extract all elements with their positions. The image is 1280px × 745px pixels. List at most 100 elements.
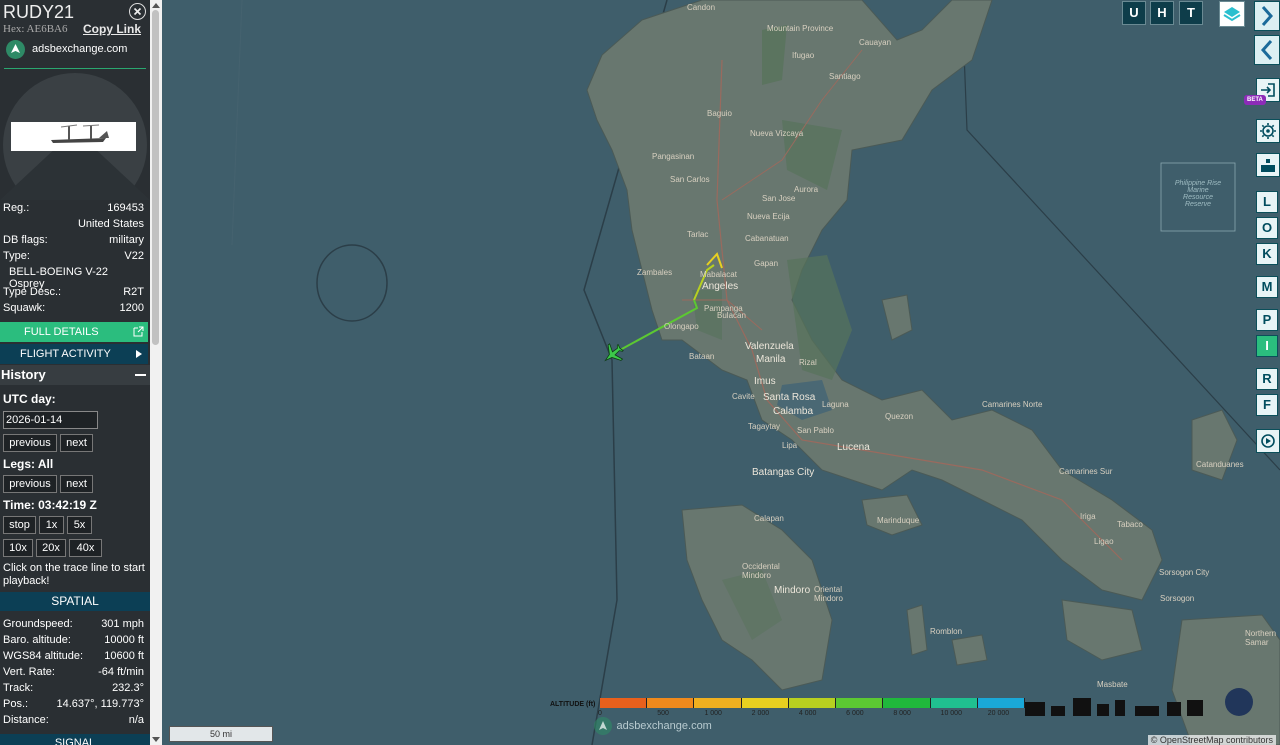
speed-1x-button[interactable]: 1x [39,516,64,534]
squawk-value: 1200 [119,302,144,314]
legend-color-segment [883,698,931,708]
replay-button[interactable] [1256,429,1280,453]
scroll-down-arrow[interactable] [152,737,160,742]
side-button-o[interactable]: O [1256,217,1278,239]
full-details-button[interactable]: FULL DETAILS [0,322,148,342]
side-button-f[interactable]: F [1256,394,1278,416]
side-button-r[interactable]: R [1256,368,1278,390]
speed-20x-button[interactable]: 20x [36,539,66,557]
speed-10x-button[interactable]: 10x [3,539,33,557]
label-santa-rosa: Santa Rosa [763,392,816,403]
flight-activity-button[interactable]: FLIGHT ACTIVITY [0,344,148,364]
label-mindoro: Mindoro [774,585,811,596]
sidebar-expand-button[interactable] [1254,1,1280,31]
adsbx-logo-icon [11,44,20,53]
sidebar-collapse-button[interactable] [1254,35,1280,65]
label-occidental-mindoro: Occidental Mindoro [742,562,780,580]
speed-5x-button[interactable]: 5x [67,516,92,534]
label-tarlac: Tarlac [687,230,709,239]
legend-tick-label: 10 000 [940,710,962,717]
h-toggle-button[interactable]: H [1150,1,1174,25]
label-camarines-norte: Camarines Norte [982,400,1043,409]
label-calapan: Calapan [754,514,784,523]
close-button[interactable] [129,3,146,20]
side-button-p[interactable]: P [1256,309,1278,331]
label-baguio: Baguio [707,109,732,118]
spatial-header[interactable]: SPATIAL [0,592,150,611]
label-catanduanes: Catanduanes [1196,460,1244,469]
label-rizal: Rizal [799,358,817,367]
legend-title: ALTITUDE (ft) [550,701,596,708]
t-toggle-button[interactable]: T [1179,1,1203,25]
utc-day-input[interactable]: 2026-01-14 [3,411,98,429]
label-santiago: Santiago [829,72,861,81]
day-previous-button[interactable]: previous [3,434,57,452]
callsign: RUDY21 [3,2,75,22]
label-valenzuela: Valenzuela [745,341,794,352]
source-logo [6,40,25,59]
label-calamba: Calamba [773,406,814,417]
reg-row: Reg.: 169453 [3,202,144,214]
label-nueva-ecija: Nueva Ecija [747,212,790,221]
gear-icon [1260,123,1276,139]
hex-value: AE6BA6 [26,23,68,35]
signal-header[interactable]: SIGNAL [0,734,150,745]
copy-link[interactable]: Copy Link [83,22,141,36]
map-attribution[interactable]: © OpenStreetMap contributors [1147,735,1276,745]
scrollbar-thumb[interactable] [152,10,159,345]
side-button-k[interactable]: K [1256,243,1278,265]
leg-previous-button[interactable]: previous [3,475,57,493]
leg-next-button[interactable]: next [60,475,93,493]
baro-altitude-value: 10000 ft [104,634,144,646]
reg-value: 169453 [107,202,144,214]
trace-segment-climb[interactable] [706,252,723,269]
chevron-left-icon [1260,40,1273,60]
aircraft-photo[interactable] [11,122,136,151]
time-label: Time: 03:42:19 Z [3,498,97,512]
beta-badge: BETA [1244,95,1266,105]
scroll-up-arrow[interactable] [152,3,160,8]
label-laguna: Laguna [822,400,849,409]
vert-rate-row: Vert. Rate: -64 ft/min [3,666,144,678]
label-philippine-rise-reserve: Philippine Rise Marine Resource Reserve [1174,180,1222,208]
side-button-i[interactable]: I [1256,335,1278,357]
speed-40x-button[interactable]: 40x [69,539,102,557]
day-next-button[interactable]: next [60,434,93,452]
side-button-m[interactable]: M [1256,276,1278,298]
settings-button[interactable] [1256,119,1280,143]
label-cabanatuan: Cabanatuan [745,234,789,243]
scale-bar: 50 mi [169,726,273,742]
playback-hint: Click on the trace line to start playbac… [3,562,145,587]
country-row: United States [3,218,144,230]
podium-icon [1261,159,1275,172]
legend-color-segment [647,698,695,708]
chevron-right-icon [1261,6,1274,26]
label-pangasinan: Pangasinan [652,152,695,161]
type-desc-row: Type Desc.: R2T [3,286,144,298]
label-tagaytay: Tagaytay [748,422,781,431]
legend-color-segment [741,698,789,708]
info-sidebar: RUDY21 Hex: AE6BA6 Copy Link adsbexchang… [0,0,150,745]
wgs84-altitude-value: 10600 ft [104,650,144,662]
utc-day-label: UTC day: [3,392,56,406]
label-mabalacat: Mabalacat [700,270,737,279]
history-header[interactable]: History [0,365,150,385]
side-button-l[interactable]: L [1256,191,1278,213]
source-name: adsbexchange.com [32,43,128,55]
label-cauayan: Cauayan [859,38,892,47]
type-value: V22 [124,250,144,262]
stats-button[interactable] [1256,153,1280,177]
sidebar-scrollbar[interactable] [150,0,162,745]
layers-button[interactable] [1219,1,1245,27]
stop-button[interactable]: stop [3,516,36,534]
map-view[interactable]: Candon Mountain Province Cauayan Ifugao … [162,0,1280,745]
legend-tick-label: 8 000 [893,710,911,717]
track-value: 232.3° [112,682,144,694]
u-toggle-button[interactable]: U [1122,1,1146,25]
label-romblon: Romblon [930,627,963,636]
label-zambales: Zambales [637,268,673,277]
label-bataan: Bataan [689,352,715,361]
label-camarines-sur: Camarines Sur [1059,467,1113,476]
aircraft-marker-icon[interactable] [599,340,627,368]
label-angeles: Angeles [702,281,739,292]
